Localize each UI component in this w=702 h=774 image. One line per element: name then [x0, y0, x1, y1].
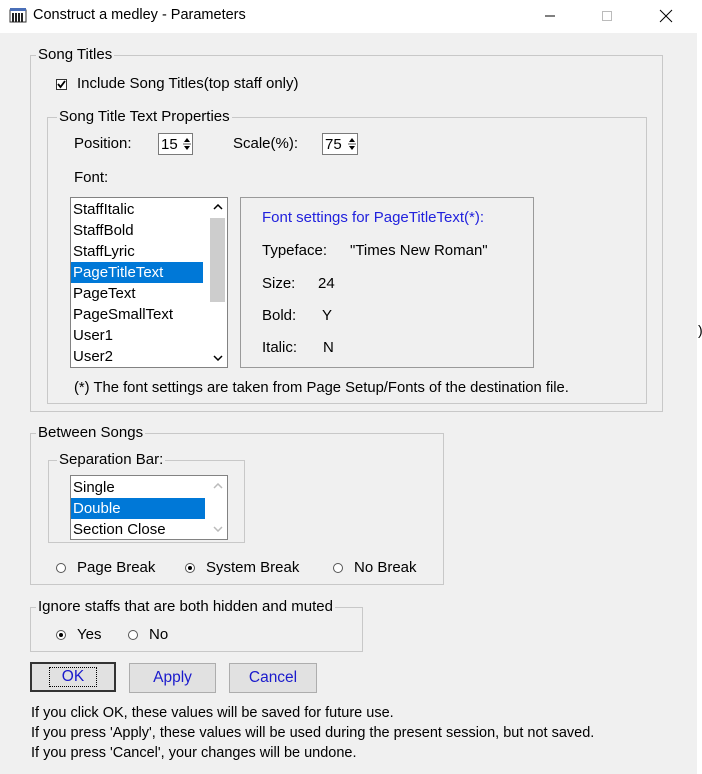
size-value: 24	[318, 275, 335, 292]
list-item[interactable]: StaffBold	[71, 220, 227, 241]
chevron-down-icon[interactable]	[213, 355, 223, 361]
position-label: Position:	[74, 135, 132, 152]
list-item[interactable]: StaffLyric	[71, 241, 227, 262]
text-properties-legend: Song Title Text Properties	[57, 108, 232, 125]
list-item[interactable]: User1	[71, 325, 227, 346]
cancel-button[interactable]: Cancel	[229, 663, 317, 693]
info-line-ok: If you click OK, these values will be sa…	[31, 705, 394, 721]
scale-label: Scale(%):	[233, 135, 299, 152]
system-break-label: System Break	[206, 559, 300, 576]
font-listbox[interactable]: StaffItalic StaffBold StaffLyric PageTit…	[70, 197, 228, 368]
apply-button-label: Apply	[153, 669, 192, 686]
chevron-up-icon[interactable]	[213, 204, 223, 210]
close-button[interactable]	[643, 0, 689, 31]
bold-label: Bold:	[262, 307, 297, 324]
page-break-radio[interactable]	[56, 563, 66, 573]
separation-list: Single Double Section Close	[71, 476, 227, 539]
position-spinner[interactable]: 15	[158, 133, 193, 155]
ok-button[interactable]: OK	[30, 662, 116, 692]
spin-arrows-icon[interactable]	[347, 134, 357, 154]
window-edge	[697, 33, 702, 774]
font-list-scrollbar[interactable]	[208, 198, 227, 367]
chevron-up-icon[interactable]	[213, 483, 223, 489]
ignore-no-label: No	[149, 626, 169, 643]
list-item[interactable]: Single	[71, 477, 227, 498]
info-line-cancel: If you press 'Cancel', your changes will…	[31, 745, 357, 761]
no-break-radio[interactable]	[333, 563, 343, 573]
separation-listbox[interactable]: Single Double Section Close	[70, 475, 228, 540]
app-icon	[9, 8, 27, 23]
page-break-label: Page Break	[77, 559, 156, 576]
list-item[interactable]: PageText	[71, 283, 227, 304]
close-icon	[659, 9, 673, 22]
font-settings-heading: Font settings for PageTitleText(*):	[262, 209, 485, 226]
font-settings-note: (*) The font settings are taken from Pag…	[74, 380, 569, 396]
ignore-staffs-legend: Ignore staffs that are both hidden and m…	[36, 598, 335, 615]
typeface-label: Typeface:	[262, 242, 328, 259]
scale-spinner[interactable]: 75	[322, 133, 358, 155]
checkmark-icon	[57, 80, 66, 89]
cancel-button-label: Cancel	[248, 669, 298, 686]
maximize-button[interactable]	[584, 0, 630, 31]
song-titles-legend: Song Titles	[36, 46, 115, 63]
typeface-value: "Times New Roman"	[350, 242, 488, 259]
chevron-down-icon[interactable]	[213, 526, 223, 532]
title-bar: Construct a medley - Parameters	[0, 0, 702, 33]
between-songs-legend: Between Songs	[36, 424, 146, 441]
list-item-selected[interactable]: PageTitleText	[71, 262, 203, 283]
font-list: StaffItalic StaffBold StaffLyric PageTit…	[71, 198, 227, 367]
maximize-icon	[602, 10, 612, 21]
ok-button-label: OK	[48, 667, 98, 687]
font-label: Font:	[74, 169, 109, 186]
window-title: Construct a medley - Parameters	[33, 7, 246, 23]
list-item[interactable]: StaffItalic	[71, 199, 227, 220]
ignore-no-radio[interactable]	[128, 630, 138, 640]
info-line-apply: If you press 'Apply', these values will …	[31, 725, 595, 741]
spin-arrows-icon[interactable]	[182, 134, 192, 154]
ignore-yes-radio[interactable]	[56, 630, 66, 640]
bold-value: Y	[322, 307, 333, 324]
separation-bar-legend: Separation Bar:	[57, 451, 166, 468]
position-value: 15	[161, 136, 178, 153]
system-break-radio[interactable]	[185, 563, 195, 573]
size-label: Size:	[262, 275, 296, 292]
scale-value: 75	[325, 136, 342, 153]
italic-value: N	[323, 339, 334, 356]
scrollbar-thumb[interactable]	[210, 218, 225, 302]
ignore-yes-label: Yes	[77, 626, 102, 643]
no-break-label: No Break	[354, 559, 417, 576]
separation-list-scrollbar[interactable]	[208, 476, 227, 539]
list-item[interactable]: Section Close	[71, 519, 227, 539]
include-titles-checkbox[interactable]	[56, 79, 67, 90]
list-item-selected[interactable]: Double	[71, 498, 205, 519]
list-item[interactable]: User2	[71, 346, 227, 367]
minimize-icon	[545, 15, 555, 16]
apply-button[interactable]: Apply	[129, 663, 216, 693]
italic-label: Italic:	[262, 339, 298, 356]
edge-glyph: )	[698, 322, 702, 338]
minimize-button[interactable]	[527, 0, 573, 31]
list-item[interactable]: PageSmallText	[71, 304, 227, 325]
include-titles-label: Include Song Titles(top staff only)	[77, 75, 299, 92]
